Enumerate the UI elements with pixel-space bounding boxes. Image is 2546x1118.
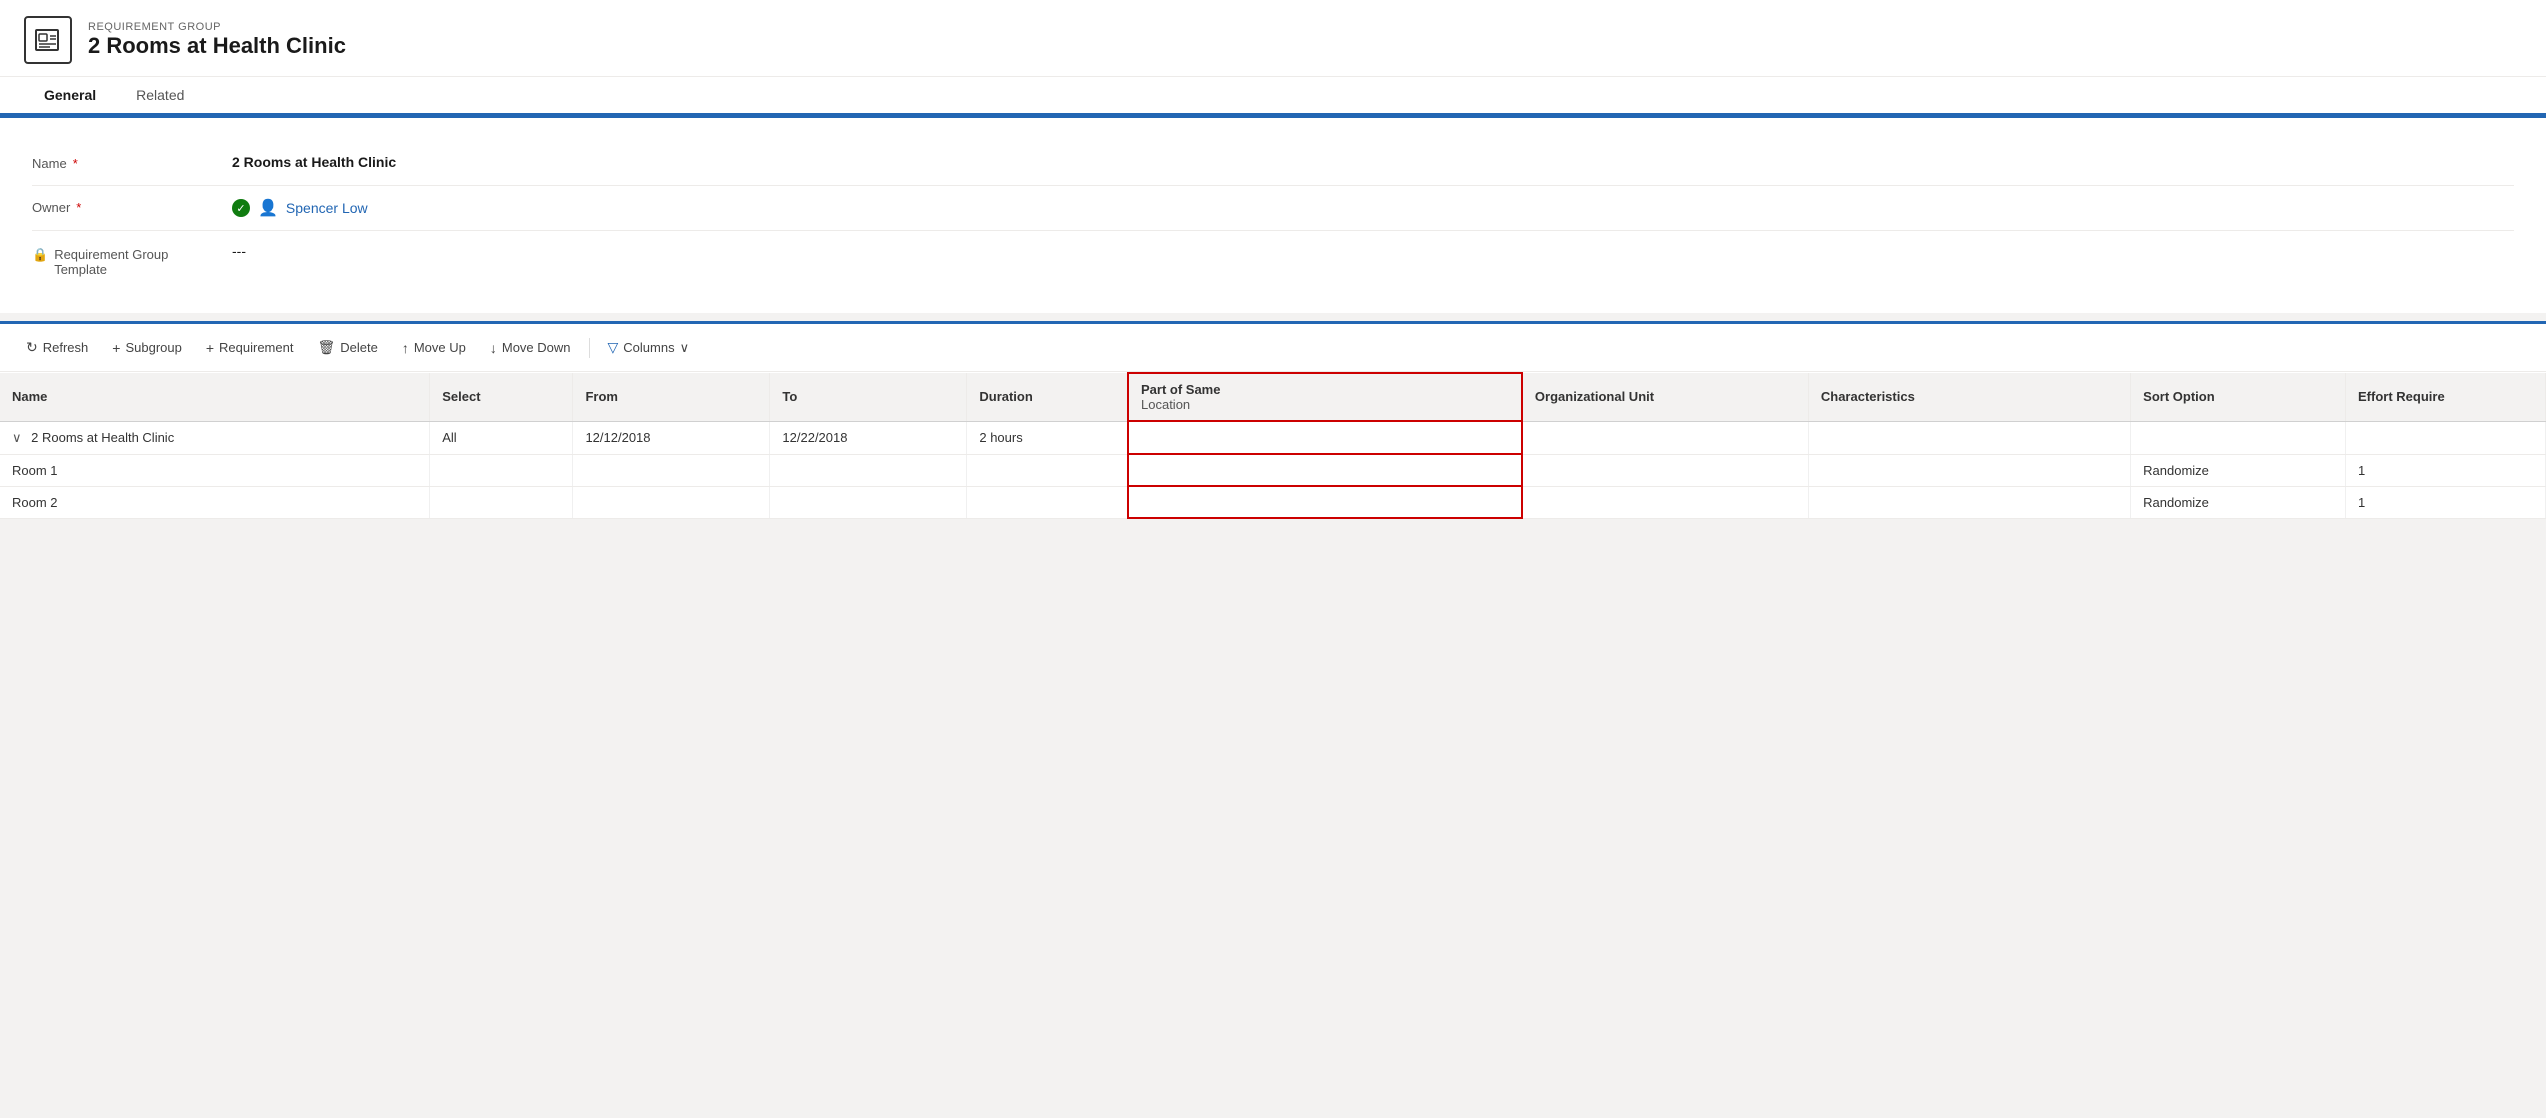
owner-required: * [76,200,81,215]
row1-select: All [430,421,573,454]
col-header-from: From [573,373,770,421]
row1-characteristics [1808,421,2130,454]
add-requirement-icon: + [206,340,214,356]
refresh-icon: ↻ [26,339,38,356]
row2-name: Room 1 [0,454,430,486]
grid-section: ↻ Refresh + Subgroup + Requirement 🗑 Del… [0,321,2546,519]
form-row-name: Name * 2 Rooms at Health Clinic [32,142,2514,186]
col-header-orgunit: Organizational Unit [1522,373,1808,421]
owner-user-icon: 👤 [258,198,278,218]
requirement-button[interactable]: + Requirement [196,335,304,361]
lock-icon: 🔒 [32,247,48,263]
refresh-button[interactable]: ↻ Refresh [16,334,98,361]
row2-duration [967,454,1128,486]
row1-orgunit [1522,421,1808,454]
form-section: Name * 2 Rooms at Health Clinic Owner * … [0,115,2546,313]
form-row-owner: Owner * ✓ 👤 Spencer Low [32,186,2514,231]
expand-icon: ∨ [12,430,22,445]
name-required: * [73,156,78,171]
col-header-partsame: Part of Same Location [1128,373,1522,421]
row3-characteristics [1808,486,2130,518]
header-text: REQUIREMENT GROUP 2 Rooms at Health Clin… [88,21,346,59]
row1-name: ∨ 2 Rooms at Health Clinic [0,421,430,454]
owner-check-icon: ✓ [232,199,250,217]
toolbar-separator [589,338,590,358]
table-row[interactable]: Room 2 Randomize 1 [0,486,2546,518]
grid-toolbar: ↻ Refresh + Subgroup + Requirement 🗑 Del… [0,324,2546,372]
row2-select [430,454,573,486]
filter-icon: ▽ [608,339,619,356]
row3-to [770,486,967,518]
row3-sort: Randomize [2131,486,2346,518]
move-up-icon: ↑ [402,340,409,356]
columns-chevron-icon: ∨ [680,340,690,356]
tab-related[interactable]: Related [116,77,204,115]
row1-partsame [1128,421,1522,454]
row3-select [430,486,573,518]
row3-name: Room 2 [0,486,430,518]
owner-value[interactable]: ✓ 👤 Spencer Low [232,198,2514,218]
table-row[interactable]: ∨ 2 Rooms at Health Clinic All 12/12/201… [0,421,2546,454]
name-value: 2 Rooms at Health Clinic [232,154,2514,170]
row1-sort [2131,421,2346,454]
col-header-effort: Effort Require [2346,373,2546,421]
col-header-select: Select [430,373,573,421]
columns-button[interactable]: ▽ Columns ∨ [598,334,700,361]
row2-to [770,454,967,486]
row1-to: 12/22/2018 [770,421,967,454]
row1-duration: 2 hours [967,421,1128,454]
delete-icon: 🗑 [317,339,335,356]
tabs-bar: General Related [0,77,2546,115]
col-header-characteristics: Characteristics [1808,373,2130,421]
row2-sort: Randomize [2131,454,2346,486]
row2-from [573,454,770,486]
name-label: Name * [32,154,232,171]
table-row[interactable]: Room 1 Randomize 1 [0,454,2546,486]
row3-orgunit [1522,486,1808,518]
row3-from [573,486,770,518]
move-down-button[interactable]: ↓ Move Down [480,335,581,361]
col-header-sort: Sort Option [2131,373,2346,421]
row2-partsame [1128,454,1522,486]
row3-effort: 1 [2346,486,2546,518]
col-header-duration: Duration [967,373,1128,421]
col-header-name: Name [0,373,430,421]
delete-button[interactable]: 🗑 Delete [307,334,387,361]
owner-label: Owner * [32,198,232,215]
row2-effort: 1 [2346,454,2546,486]
template-value: --- [232,243,2514,259]
form-row-template: 🔒 Requirement GroupTemplate --- [32,231,2514,289]
row3-duration [967,486,1128,518]
row3-partsame [1128,486,1522,518]
move-down-icon: ↓ [490,340,497,356]
grid-table: Name Select From To Duration Part of Sam… [0,372,2546,519]
add-subgroup-icon: + [112,340,120,356]
row1-effort [2346,421,2546,454]
move-up-button[interactable]: ↑ Move Up [392,335,476,361]
grid-header-row: Name Select From To Duration Part of Sam… [0,373,2546,421]
page-subtitle: REQUIREMENT GROUP [88,21,346,33]
row2-orgunit [1522,454,1808,486]
template-label: 🔒 Requirement GroupTemplate [32,243,232,277]
row1-from: 12/12/2018 [573,421,770,454]
subgroup-button[interactable]: + Subgroup [102,335,192,361]
page-title: 2 Rooms at Health Clinic [88,33,346,59]
tab-general[interactable]: General [24,77,116,115]
page-header: REQUIREMENT GROUP 2 Rooms at Health Clin… [0,0,2546,77]
col-header-to: To [770,373,967,421]
row2-characteristics [1808,454,2130,486]
requirement-group-icon [24,16,72,64]
